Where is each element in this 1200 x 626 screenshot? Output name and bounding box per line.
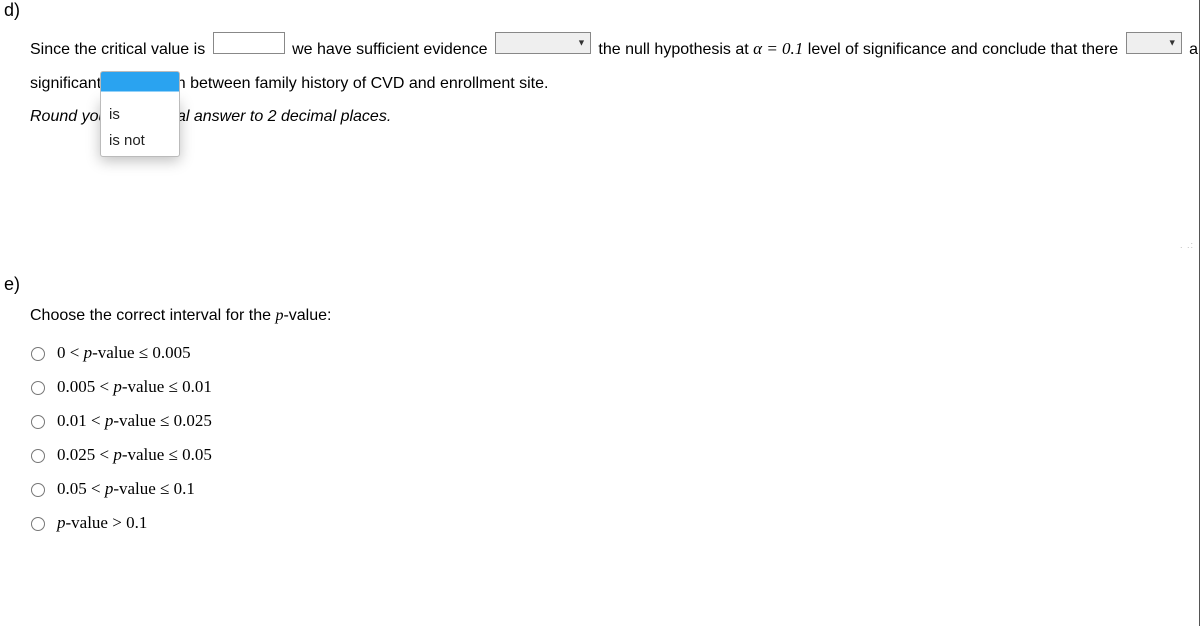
option-label: 0 < p-value ≤ 0.005 (57, 343, 191, 363)
alpha-expression: α = 0.1 (753, 39, 803, 58)
text-segment: we have sufficient evidence (292, 41, 487, 58)
text-segment: level of significance and conclude that … (803, 41, 1118, 58)
option-label: p-value > 0.1 (57, 513, 147, 533)
critical-value-input[interactable] (213, 32, 285, 54)
part-d-label: d) (4, 0, 1200, 21)
round-hint-before: Round you (30, 108, 107, 125)
option-label: 0.025 < p-value ≤ 0.05 (57, 445, 212, 465)
dropdown-option-is[interactable]: is (101, 102, 179, 128)
radio-option-1[interactable] (31, 347, 45, 361)
radio-option-4[interactable] (31, 449, 45, 463)
there-is-select[interactable]: ▼ (1126, 32, 1182, 54)
radio-option-3[interactable] (31, 415, 45, 429)
part-e-prompt: Choose the correct interval for the p-va… (30, 307, 1200, 325)
watermark-dots: . .: (1180, 240, 1194, 250)
part-e-label: e) (4, 274, 1200, 295)
text-segment: -value: (283, 307, 331, 324)
radio-option-6[interactable] (31, 517, 45, 531)
text-segment: the null hypothesis at (598, 41, 753, 58)
option-row[interactable]: 0 < p-value ≤ 0.005 (26, 343, 1200, 363)
option-label: 0.01 < p-value ≤ 0.025 (57, 411, 212, 431)
part-d-body: Since the critical value is we have suff… (30, 31, 1200, 134)
chevron-down-icon: ▼ (577, 39, 586, 48)
radio-option-2[interactable] (31, 381, 45, 395)
there-is-dropdown[interactable]: is is not (100, 98, 180, 157)
round-hint-after: ical answer to 2 decimal places. (165, 108, 391, 125)
dropdown-option-is-not[interactable]: is not (101, 128, 179, 154)
option-row[interactable]: p-value > 0.1 (26, 513, 1200, 533)
option-row[interactable]: 0.01 < p-value ≤ 0.025 (26, 411, 1200, 431)
evidence-select[interactable]: ▼ (495, 32, 591, 54)
chevron-down-icon: ▼ (1168, 39, 1177, 48)
radio-option-5[interactable] (31, 483, 45, 497)
option-row[interactable]: 0.025 < p-value ≤ 0.05 (26, 445, 1200, 465)
option-row[interactable]: 0.005 < p-value ≤ 0.01 (26, 377, 1200, 397)
text-segment: Since the critical value is (30, 41, 205, 58)
option-label: 0.005 < p-value ≤ 0.01 (57, 377, 212, 397)
text-segment: Choose the correct interval for the (30, 307, 275, 324)
option-row[interactable]: 0.05 < p-value ≤ 0.1 (26, 479, 1200, 499)
option-label: 0.05 < p-value ≤ 0.1 (57, 479, 195, 499)
pvalue-options: 0 < p-value ≤ 0.005 0.005 < p-value ≤ 0.… (26, 343, 1200, 533)
